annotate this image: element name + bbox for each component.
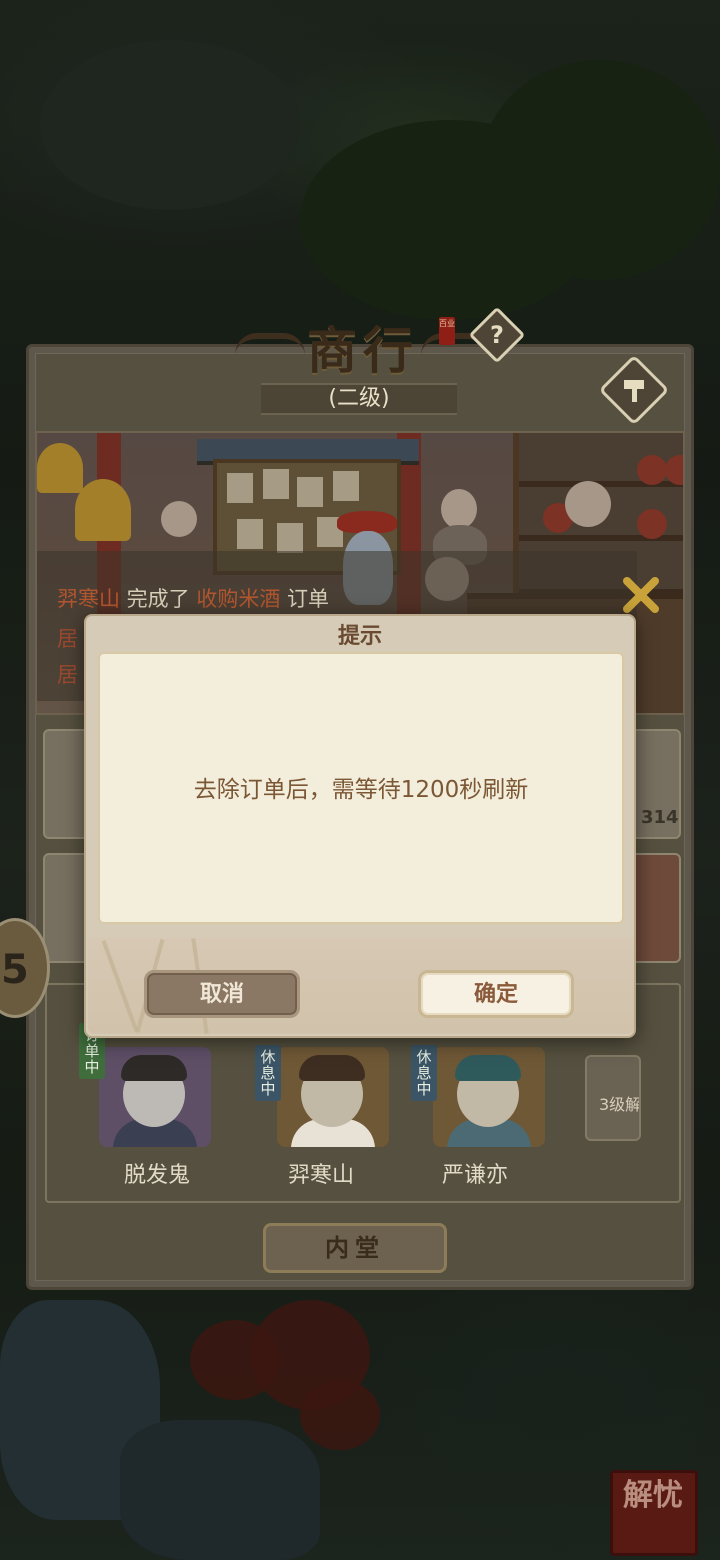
notice-paper <box>227 473 253 503</box>
bamboo-deco <box>101 940 139 1032</box>
cancel-button[interactable]: 取消 <box>144 970 300 1018</box>
staff-name: 羿寒山 <box>287 1163 354 1188</box>
close-icon[interactable] <box>619 573 663 617</box>
feed-text: 完成了 <box>120 587 197 611</box>
staff-status: 休息中 <box>255 1045 281 1101</box>
slot-count: 314 <box>641 807 679 828</box>
feed-line: 羿寒山 完成了 收购米酒 订单 <box>57 583 329 613</box>
inner-hall-button[interactable]: 内堂 <box>263 1223 447 1273</box>
staff-hair <box>299 1055 365 1081</box>
locked-staff-slot[interactable]: 3级解 <box>585 1055 641 1141</box>
dialog-body: 去除订单后，需等待1200秒刷新 <box>98 652 624 924</box>
staff-hat <box>121 1055 187 1081</box>
wine-jar <box>637 509 667 539</box>
question-icon: ? <box>490 321 504 349</box>
hammer-icon <box>624 380 644 402</box>
feed-player: 羿寒山 <box>57 587 120 611</box>
staff-status: 休息中 <box>411 1045 437 1101</box>
feed-text: 订单 <box>280 587 330 611</box>
staff-card[interactable] <box>433 1047 545 1147</box>
dialog-title: 提示 <box>337 624 382 649</box>
locked-slot-label: 3级解 <box>599 1095 641 1114</box>
side-button-glyph: 5 <box>1 947 29 993</box>
dialog-message: 去除订单后，需等待1200秒刷新 <box>193 777 529 803</box>
title-area: 商行 百业 ? <box>29 306 697 391</box>
notice-paper <box>297 477 323 507</box>
staff-hat <box>455 1055 521 1081</box>
staff-name: 脱发鬼 <box>123 1163 190 1188</box>
character <box>441 489 477 529</box>
wine-jar <box>665 455 683 485</box>
feed-line: 居 <box>57 627 78 651</box>
wine-jar <box>637 455 667 485</box>
notice-paper <box>263 469 289 499</box>
notice-paper <box>237 519 263 549</box>
staff-name: 严谦亦 <box>441 1163 508 1188</box>
confirm-button[interactable]: 确定 <box>418 970 574 1018</box>
seal-button[interactable]: 解忧 <box>610 1470 698 1556</box>
feed-item: 收购米酒 <box>196 587 281 611</box>
confirm-dialog: 提示 去除订单后，需等待1200秒刷新 取消 确定 <box>84 614 636 1038</box>
shopkeeper <box>565 481 611 527</box>
seal-text: 解忧 <box>623 1478 683 1513</box>
shop-level: (二级) <box>261 383 457 415</box>
staff-card[interactable] <box>99 1047 211 1147</box>
bell <box>37 443 83 493</box>
shop-title: 商行 <box>307 321 419 380</box>
straw-hat <box>337 511 397 533</box>
staff-card[interactable] <box>277 1047 389 1147</box>
bell <box>75 479 131 541</box>
notice-paper <box>333 471 359 501</box>
character <box>161 501 197 537</box>
notice-paper <box>277 523 303 553</box>
feed-line: 居 <box>57 663 78 687</box>
shop-seal: 百业 <box>439 317 455 345</box>
